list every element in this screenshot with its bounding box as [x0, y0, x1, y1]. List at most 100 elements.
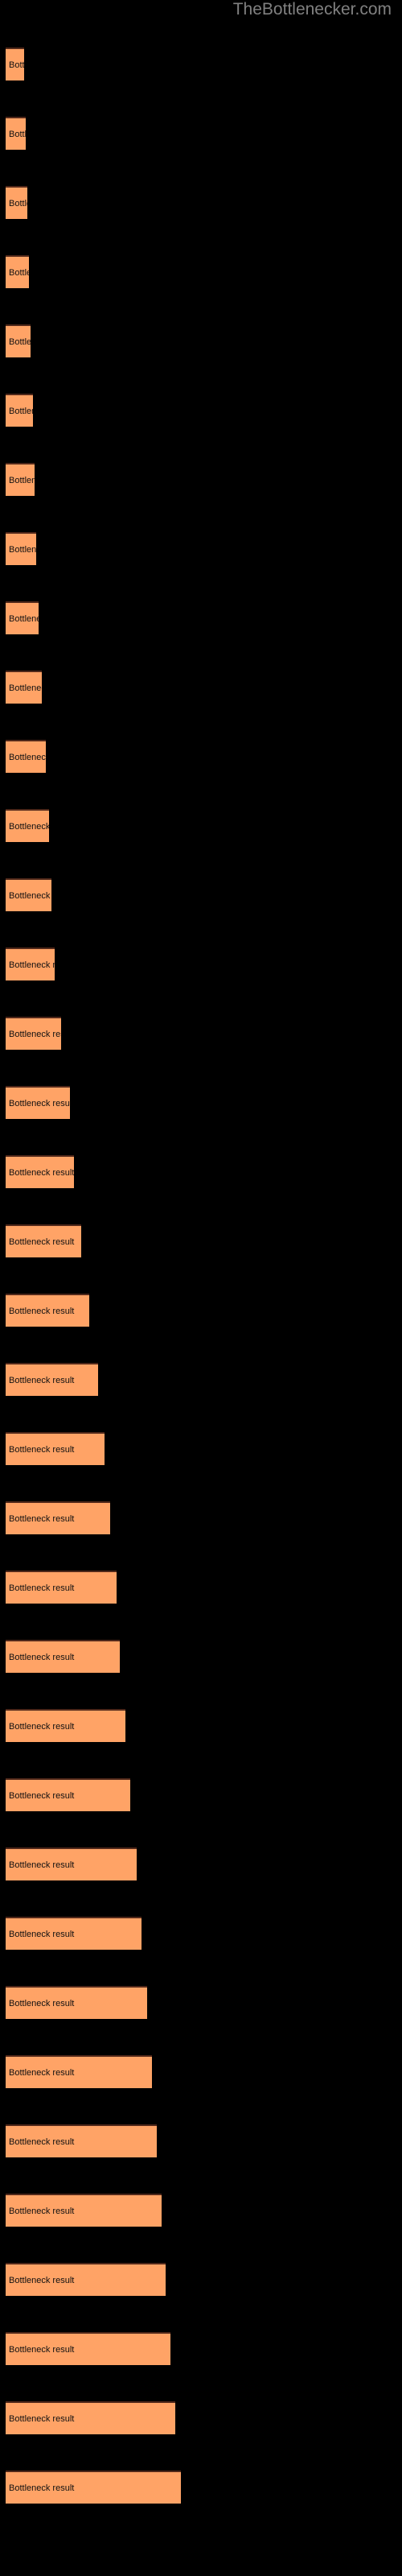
- bar-label: Bottleneck result: [9, 406, 33, 416]
- bar[interactable]: Bottleneck result: [6, 255, 29, 288]
- bar[interactable]: Bottleneck result: [6, 1847, 137, 1880]
- bar-row: Bottleneck result: [6, 2194, 162, 2227]
- bar-row: Bottleneck result: [6, 1986, 147, 2019]
- bar-label: Bottleneck result: [9, 1860, 75, 1870]
- bar-label: Bottleneck result: [9, 267, 29, 278]
- bar-label: Bottleneck result: [9, 2344, 75, 2355]
- bar-label: Bottleneck result: [9, 890, 51, 901]
- bar-row: Bottleneck result: [6, 186, 27, 219]
- bar-label: Bottleneck result: [9, 1375, 75, 1385]
- bar-row: Bottleneck result: [6, 947, 55, 980]
- bar-label: Bottleneck result: [9, 1306, 75, 1316]
- bar-row: Bottleneck result: [6, 1709, 125, 1742]
- bar[interactable]: Bottleneck result: [6, 2401, 175, 2434]
- bar-label: Bottleneck result: [9, 1444, 75, 1455]
- bar-label: Bottleneck result: [9, 2483, 75, 2493]
- bar-row: Bottleneck result: [6, 532, 36, 565]
- bar-row: Bottleneck result: [6, 1363, 98, 1396]
- bar-row: Bottleneck result: [6, 671, 42, 704]
- bar-row: Bottleneck result: [6, 255, 29, 288]
- bar[interactable]: Bottleneck result: [6, 394, 33, 427]
- bar-row: Bottleneck result: [6, 2332, 170, 2365]
- bar-row: Bottleneck result: [6, 878, 51, 911]
- bar-label: Bottleneck result: [9, 683, 42, 693]
- bar-row: Bottleneck result: [6, 1571, 117, 1604]
- bar[interactable]: Bottleneck result: [6, 1709, 125, 1742]
- bar-label: Bottleneck result: [9, 1998, 75, 2008]
- bar[interactable]: Bottleneck result: [6, 809, 49, 842]
- bar[interactable]: Bottleneck result: [6, 1294, 89, 1327]
- bar-row: Bottleneck result: [6, 2263, 166, 2296]
- bar-row: Bottleneck result: [6, 1917, 142, 1950]
- bar-row: Bottleneck result: [6, 1224, 81, 1257]
- bar-row: Bottleneck result: [6, 2055, 152, 2088]
- bar[interactable]: Bottleneck result: [6, 532, 36, 565]
- bar[interactable]: Bottleneck result: [6, 117, 26, 150]
- bar[interactable]: Bottleneck result: [6, 671, 42, 704]
- bar-row: Bottleneck result: [6, 809, 49, 842]
- bar-label: Bottleneck result: [9, 1167, 74, 1178]
- bar-label: Bottleneck result: [9, 198, 27, 208]
- bar[interactable]: Bottleneck result: [6, 463, 35, 496]
- bar[interactable]: Bottleneck result: [6, 878, 51, 911]
- bar-row: Bottleneck result: [6, 740, 46, 773]
- bar-label: Bottleneck result: [9, 821, 49, 832]
- bar-label: Bottleneck result: [9, 1790, 75, 1801]
- bar[interactable]: Bottleneck result: [6, 324, 31, 357]
- bar[interactable]: Bottleneck result: [6, 1640, 120, 1673]
- bar[interactable]: Bottleneck result: [6, 1778, 130, 1811]
- bar-row: Bottleneck result: [6, 1778, 130, 1811]
- bar-label: Bottleneck result: [9, 1236, 75, 1247]
- bar[interactable]: Bottleneck result: [6, 2332, 170, 2365]
- bar[interactable]: Bottleneck result: [6, 1155, 74, 1188]
- bar-label: Bottleneck result: [9, 1513, 75, 1524]
- bar-row: Bottleneck result: [6, 463, 35, 496]
- bar[interactable]: Bottleneck result: [6, 2055, 152, 2088]
- bar-label: Bottleneck result: [9, 2067, 75, 2078]
- bar-label: Bottleneck result: [9, 752, 46, 762]
- bar[interactable]: Bottleneck result: [6, 601, 39, 634]
- bar-row: Bottleneck result: [6, 117, 26, 150]
- bar-row: Bottleneck result: [6, 1847, 137, 1880]
- bar[interactable]: Bottleneck result: [6, 1986, 147, 2019]
- bar-label: Bottleneck result: [9, 544, 36, 555]
- bar-label: Bottleneck result: [9, 336, 31, 347]
- bar[interactable]: Bottleneck result: [6, 1224, 81, 1257]
- bar-row: Bottleneck result: [6, 2471, 181, 2504]
- bar[interactable]: Bottleneck result: [6, 2263, 166, 2296]
- bar-row: Bottleneck result: [6, 1501, 110, 1534]
- bar-label: Bottleneck result: [9, 60, 24, 70]
- bar-label: Bottleneck result: [9, 1583, 75, 1593]
- bar-label: Bottleneck result: [9, 2136, 75, 2147]
- bar-row: Bottleneck result: [6, 1086, 70, 1119]
- bar-row: Bottleneck result: [6, 2401, 175, 2434]
- bar-row: Bottleneck result: [6, 1432, 105, 1465]
- bar[interactable]: Bottleneck result: [6, 2194, 162, 2227]
- bar-label: Bottleneck result: [9, 1098, 70, 1108]
- bar[interactable]: Bottleneck result: [6, 2124, 157, 2157]
- bar-label: Bottleneck result: [9, 1029, 61, 1039]
- bar-label: Bottleneck result: [9, 1652, 75, 1662]
- bar[interactable]: Bottleneck result: [6, 1917, 142, 1950]
- bar-label: Bottleneck result: [9, 960, 55, 970]
- bar-label: Bottleneck result: [9, 613, 39, 624]
- bar[interactable]: Bottleneck result: [6, 1432, 105, 1465]
- bar[interactable]: Bottleneck result: [6, 47, 24, 80]
- bar[interactable]: Bottleneck result: [6, 947, 55, 980]
- bar[interactable]: Bottleneck result: [6, 1501, 110, 1534]
- bar[interactable]: Bottleneck result: [6, 1086, 70, 1119]
- bar-label: Bottleneck result: [9, 2275, 75, 2285]
- bar-label: Bottleneck result: [9, 129, 26, 139]
- bar[interactable]: Bottleneck result: [6, 1571, 117, 1604]
- bar-label: Bottleneck result: [9, 1721, 75, 1732]
- bar[interactable]: Bottleneck result: [6, 2471, 181, 2504]
- bar-label: Bottleneck result: [9, 2206, 75, 2216]
- bar-label: Bottleneck result: [9, 475, 35, 485]
- bar-row: Bottleneck result: [6, 324, 31, 357]
- bottleneck-bar-chart: Bottleneck result Bottleneck result Bottle…: [0, 0, 402, 2576]
- bar[interactable]: Bottleneck result: [6, 1363, 98, 1396]
- bar[interactable]: Bottleneck result: [6, 186, 27, 219]
- bar[interactable]: Bottleneck result: [6, 740, 46, 773]
- bar[interactable]: Bottleneck result: [6, 1017, 61, 1050]
- bar-row: Bottleneck result: [6, 47, 24, 80]
